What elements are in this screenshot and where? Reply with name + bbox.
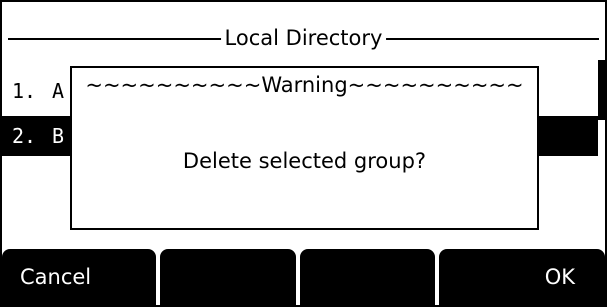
dialog-title: ~~~~~~~~~~Warning~~~~~~~~~~ — [85, 73, 524, 97]
warning-dialog: ~~~~~~~~~~Warning~~~~~~~~~~ Delete selec… — [70, 66, 539, 230]
softkey-3[interactable] — [299, 249, 436, 305]
dialog-message: Delete selected group? — [182, 149, 427, 173]
list-item-number: 1. — [12, 79, 37, 103]
list-item-label: B — [52, 124, 65, 148]
phone-screen: Local Directory 1. A 2. B ~~~~~~~~~~Warnin… — [0, 0, 607, 307]
softkey-bar: Cancel OK — [2, 249, 605, 305]
list-item-label: A — [52, 79, 65, 103]
scrollbar[interactable] — [598, 60, 605, 246]
ok-softkey[interactable]: OK — [439, 249, 605, 305]
cancel-softkey[interactable]: Cancel — [2, 249, 156, 305]
page-title: Local Directory — [220, 24, 387, 52]
list-item-number: 2. — [12, 124, 37, 148]
softkey-2[interactable] — [159, 249, 296, 305]
title-bar: Local Directory — [2, 20, 605, 56]
scrollbar-thumb[interactable] — [598, 60, 605, 120]
